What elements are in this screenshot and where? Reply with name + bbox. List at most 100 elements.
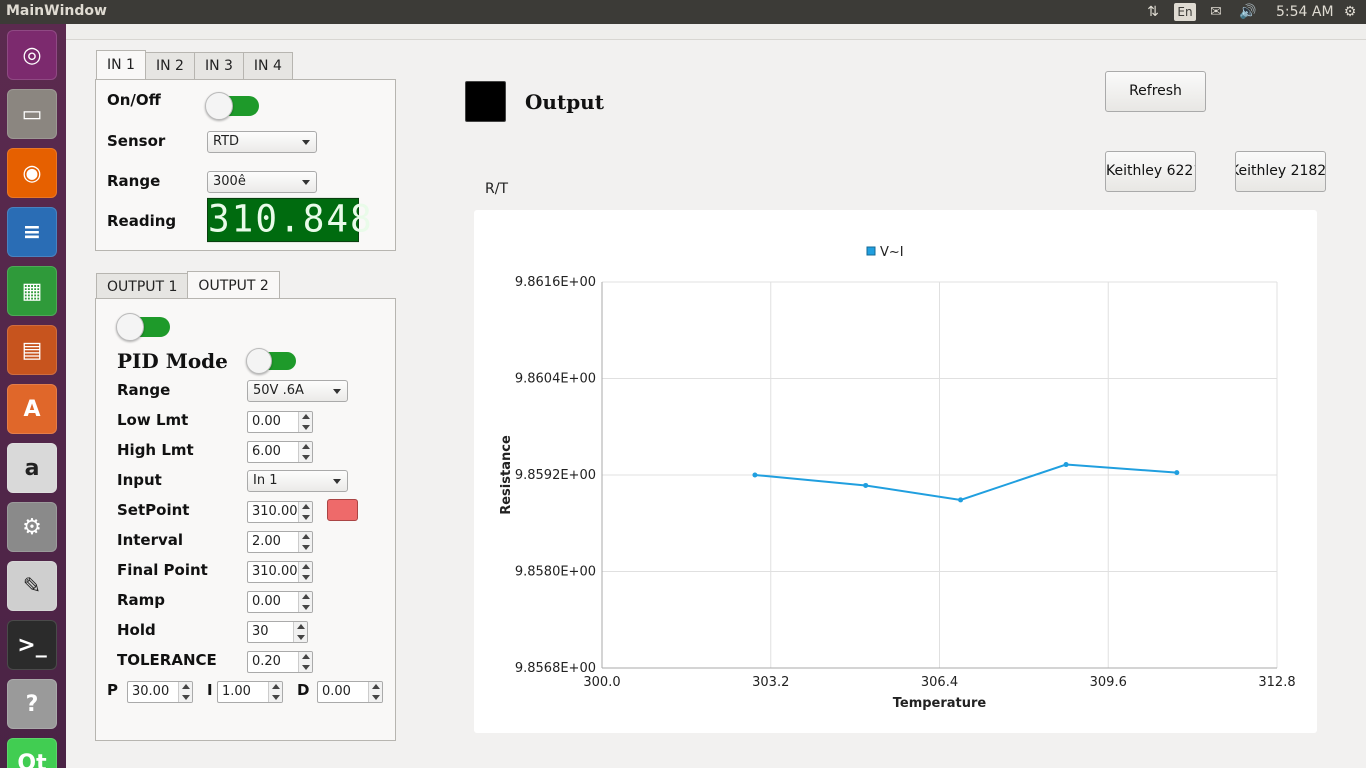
reading-lcd-display: 310.848 bbox=[207, 197, 374, 243]
output-enable-toggle[interactable] bbox=[116, 312, 174, 341]
help-icon[interactable]: ? bbox=[7, 679, 57, 729]
legend-label: V~I bbox=[880, 245, 904, 260]
ramp-value: 0.00 bbox=[252, 594, 281, 609]
input-tabbar: IN 1 IN 2 IN 3 IN 4 bbox=[96, 50, 293, 79]
onoff-label: On/Off bbox=[107, 91, 161, 109]
pid-mode-label: PID Mode bbox=[117, 349, 228, 373]
launcher: ◎ ▭ ◉ ≡ ▦ ▤ Aa ⚙ ✎ >_? Qt bbox=[0, 24, 66, 768]
text-editor-icon[interactable]: ✎ bbox=[7, 561, 57, 611]
range-label: Range bbox=[107, 172, 161, 190]
chevron-down-icon bbox=[302, 180, 310, 185]
qt-creator-icon[interactable]: Qt bbox=[7, 738, 57, 768]
terminal-icon[interactable]: >_ bbox=[7, 620, 57, 670]
i-label: I bbox=[207, 681, 213, 699]
final-point-value: 310.00 bbox=[252, 564, 298, 579]
system-settings-icon[interactable]: ⚙ bbox=[7, 502, 57, 552]
setpoint-status-indicator bbox=[327, 499, 358, 521]
p-spinbox[interactable]: 30.00 bbox=[127, 681, 193, 703]
calc-icon[interactable]: ▦ bbox=[7, 266, 57, 316]
files-icon[interactable]: ▭ bbox=[7, 89, 57, 139]
output-tab-1[interactable]: OUTPUT 1 bbox=[96, 273, 189, 300]
input-onoff-toggle[interactable] bbox=[205, 91, 263, 120]
keyboard-layout-indicator[interactable]: En bbox=[1174, 3, 1196, 21]
rt-chart-svg: 300.0 303.2 306.4 309.6 312.8 9.8568E+00 9.858… bbox=[499, 245, 1296, 711]
clock[interactable]: 5:54 AM bbox=[1276, 4, 1334, 20]
chevron-down-icon bbox=[333, 389, 341, 394]
setpoint-spinbox[interactable]: 310.00 bbox=[247, 501, 313, 523]
series-line bbox=[754, 463, 1177, 501]
reading-label: Reading bbox=[107, 212, 177, 230]
keithley-2182a-button[interactable]: Keithley 2182A bbox=[1235, 151, 1326, 192]
final-point-label: Final Point bbox=[117, 561, 208, 579]
p-label: P bbox=[107, 681, 118, 699]
amazon-icon[interactable]: a bbox=[7, 443, 57, 493]
input-tab-2[interactable]: IN 2 bbox=[144, 52, 195, 79]
output-range-select[interactable]: 50V .6A bbox=[247, 380, 348, 402]
tolerance-spinbox[interactable]: 0.20 bbox=[247, 651, 313, 673]
y-tick-label: 9.8592E+00 bbox=[515, 468, 596, 483]
impress-icon[interactable]: ▤ bbox=[7, 325, 57, 375]
input-tab-1[interactable]: IN 1 bbox=[96, 50, 146, 79]
x-axis-label: Temperature bbox=[893, 696, 987, 711]
software-center-icon[interactable]: A bbox=[7, 384, 57, 434]
high-lmt-spinbox[interactable]: 6.00 bbox=[247, 441, 313, 463]
pid-mode-toggle[interactable] bbox=[246, 347, 300, 374]
input-select[interactable]: In 1 bbox=[247, 470, 348, 492]
ramp-label: Ramp bbox=[117, 591, 166, 609]
low-lmt-label: Low Lmt bbox=[117, 411, 189, 429]
firefox-icon[interactable]: ◉ bbox=[7, 148, 57, 198]
x-tick-label: 312.8 bbox=[1258, 675, 1295, 690]
setpoint-value: 310.00 bbox=[252, 504, 298, 519]
ramp-spinbox[interactable]: 0.00 bbox=[247, 591, 313, 613]
low-lmt-spinbox[interactable]: 0.00 bbox=[247, 411, 313, 433]
p-value: 30.00 bbox=[132, 684, 170, 699]
keithley-6221-button[interactable]: Keithley 6221 bbox=[1105, 151, 1196, 192]
data-point bbox=[1174, 470, 1180, 476]
d-spinbox[interactable]: 0.00 bbox=[317, 681, 383, 703]
y-tick-label: 9.8604E+00 bbox=[515, 372, 596, 387]
low-lmt-value: 0.00 bbox=[252, 414, 281, 429]
writer-icon[interactable]: ≡ bbox=[7, 207, 57, 257]
legend-swatch bbox=[866, 246, 876, 256]
input-tab-4[interactable]: IN 4 bbox=[242, 52, 293, 79]
input-range-select[interactable]: 300ê bbox=[207, 171, 317, 193]
chevron-down-icon bbox=[302, 140, 310, 145]
data-point bbox=[752, 472, 758, 478]
chart-section-label: R/T bbox=[485, 181, 508, 197]
data-point bbox=[958, 497, 964, 503]
output-tabbar: OUTPUT 1 OUTPUT 2 bbox=[96, 271, 280, 300]
interval-spinbox[interactable]: 2.00 bbox=[247, 531, 313, 553]
mail-icon[interactable]: ✉ bbox=[1206, 3, 1226, 21]
ubuntu-dash-icon[interactable]: ◎ bbox=[7, 30, 57, 80]
i-value: 1.00 bbox=[222, 684, 251, 699]
output-tab-2[interactable]: OUTPUT 2 bbox=[187, 271, 280, 300]
i-spinbox[interactable]: 1.00 bbox=[217, 681, 283, 703]
sensor-select[interactable]: RTD bbox=[207, 131, 317, 153]
y-tick-label: 9.8568E+00 bbox=[515, 661, 596, 676]
rt-chart: 300.0 303.2 306.4 309.6 312.8 9.8568E+00 9.858… bbox=[474, 210, 1317, 733]
interval-value: 2.00 bbox=[252, 534, 281, 549]
volume-icon[interactable]: 🔊 bbox=[1238, 3, 1258, 21]
window-toolbar-strip bbox=[66, 24, 1366, 40]
final-point-spinbox[interactable]: 310.00 bbox=[247, 561, 313, 583]
input-tab-3[interactable]: IN 3 bbox=[193, 52, 244, 79]
x-tick-label: 309.6 bbox=[1090, 675, 1127, 690]
input-label: Input bbox=[117, 471, 162, 489]
main-window: IN 1 IN 2 IN 3 IN 4 On/Off Sensor RTD Range… bbox=[66, 24, 1366, 768]
output-range-label: Range bbox=[117, 381, 171, 399]
output-status-indicator bbox=[465, 81, 506, 122]
d-label: D bbox=[297, 681, 310, 699]
refresh-button[interactable]: Refresh bbox=[1105, 71, 1206, 112]
output-panel: PID Mode Range 50V .6A Low Lmt 0.00 High… bbox=[95, 298, 396, 741]
chevron-down-icon bbox=[333, 479, 341, 484]
x-tick-label: 300.0 bbox=[583, 675, 620, 690]
settings-gear-icon[interactable]: ⚙ bbox=[1340, 3, 1360, 21]
hold-spinbox[interactable]: 30 bbox=[247, 621, 308, 643]
output-range-value: 50V .6A bbox=[253, 383, 304, 398]
y-axis-label: Resistance bbox=[499, 435, 514, 515]
data-point bbox=[1063, 462, 1069, 468]
top-panel: MainWindow ⇅ En ✉ 🔊 5:54 AM ⚙ bbox=[0, 0, 1366, 24]
y-tick-label: 9.8580E+00 bbox=[515, 565, 596, 580]
network-icon[interactable]: ⇅ bbox=[1144, 3, 1162, 21]
input-range-value: 300ê bbox=[213, 174, 246, 189]
